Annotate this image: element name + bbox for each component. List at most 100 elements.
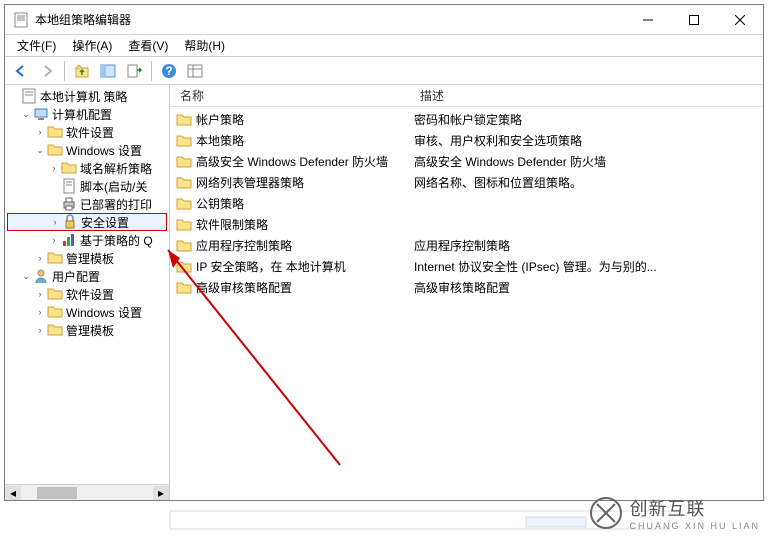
folder-icon [47,142,63,158]
list-item-name: 软件限制策略 [196,216,268,233]
folder-icon [176,217,192,233]
menubar: 文件(F) 操作(A) 查看(V) 帮助(H) [5,35,763,57]
tree-pane: 本地计算机 策略 ⌄ 计算机配置 › 软件设置 ⌄ Windows 设置 [5,85,170,500]
list-row[interactable]: 应用程序控制策略应用程序控制策略 [170,235,763,256]
menu-help[interactable]: 帮助(H) [176,35,233,56]
folder-icon [47,304,63,320]
tree-policy-based[interactable]: › 基于策略的 Q [5,231,169,249]
window-title: 本地组策略编辑器 [35,11,625,28]
tree-windows-settings[interactable]: ⌄ Windows 设置 [5,141,169,159]
twisty-open-icon[interactable]: ⌄ [19,271,33,282]
gpedit-window: 本地组策略编辑器 文件(F) 操作(A) 查看(V) 帮助(H) ? [4,4,764,501]
twisty-closed-icon[interactable]: › [33,289,47,299]
twisty-open-icon[interactable]: ⌄ [33,145,47,156]
tree-label: 已部署的打印 [80,196,152,213]
list-item-name: 高级审核策略配置 [196,279,292,296]
watermark-logo-icon [589,496,623,530]
properties-button[interactable] [183,59,207,83]
list-row[interactable]: 高级审核策略配置高级审核策略配置 [170,277,763,298]
back-button[interactable] [9,59,33,83]
tree-hscrollbar[interactable]: ◂ ▸ [5,484,169,500]
tree-label: Windows 设置 [66,142,142,159]
twisty-closed-icon[interactable]: › [33,127,47,137]
computer-icon [33,106,49,122]
list-item-name: IP 安全策略，在 本地计算机 [196,258,346,275]
titlebar: 本地组策略编辑器 [5,5,763,35]
folder-icon [47,124,63,140]
tree-deployed-printers[interactable]: 已部署的打印 [5,195,169,213]
show-hide-tree-button[interactable] [96,59,120,83]
list-item-name: 网络列表管理器策略 [196,174,304,191]
list-item-desc: 高级安全 Windows Defender 防火墙 [410,153,763,170]
tree-software-settings2[interactable]: › 软件设置 [5,285,169,303]
twisty-closed-icon[interactable]: › [47,163,61,173]
menu-action[interactable]: 操作(A) [64,35,120,56]
help-button[interactable]: ? [157,59,181,83]
printer-icon [61,196,77,212]
twisty-open-icon[interactable]: ⌄ [19,109,33,120]
watermark-text: 创新互联 [629,495,760,521]
folder-icon [176,154,192,170]
tree-root[interactable]: 本地计算机 策略 [5,87,169,105]
scroll-thumb[interactable] [37,487,77,499]
tree-label: 基于策略的 Q [80,232,153,249]
minimize-button[interactable] [625,5,671,35]
list-row[interactable]: 高级安全 Windows Defender 防火墙高级安全 Windows De… [170,151,763,172]
list-row[interactable]: IP 安全策略，在 本地计算机 Internet 协议安全性 (IPsec) 管理… [170,256,763,277]
tree-computer-config[interactable]: ⌄ 计算机配置 [5,105,169,123]
tree[interactable]: 本地计算机 策略 ⌄ 计算机配置 › 软件设置 ⌄ Windows 设置 [5,85,169,484]
list-row[interactable]: 本地策略审核、用户权利和安全选项策略 [170,130,763,151]
tree-admin-templates2[interactable]: › 管理模板 [5,321,169,339]
watermark: 创新互联 CHUANG XIN HU LIAN [589,495,760,531]
folder-icon [47,250,63,266]
scroll-left-icon[interactable]: ◂ [5,486,21,500]
tree-scripts[interactable]: 脚本(启动/关 [5,177,169,195]
close-button[interactable] [717,5,763,35]
policy-icon [21,88,37,104]
list-row[interactable]: 公钥策略 [170,193,763,214]
list-item-name: 公钥策略 [196,195,244,212]
tree-label: 管理模板 [66,322,114,339]
twisty-closed-icon[interactable]: › [47,235,61,245]
body: 本地计算机 策略 ⌄ 计算机配置 › 软件设置 ⌄ Windows 设置 [5,85,763,500]
menu-view[interactable]: 查看(V) [120,35,176,56]
list-row[interactable]: 软件限制策略 [170,214,763,235]
folder-icon [176,238,192,254]
twisty-closed-icon[interactable]: › [48,217,62,227]
tree-security-settings[interactable]: › 安全设置 [7,213,167,231]
list-row[interactable]: 帐户策略密码和帐户锁定策略 [170,109,763,130]
list-item-desc: 密码和帐户锁定策略 [410,111,763,128]
tree-admin-templates[interactable]: › 管理模板 [5,249,169,267]
chart-icon [61,232,77,248]
list-item-desc: 应用程序控制策略 [410,237,763,254]
twisty-closed-icon[interactable]: › [33,307,47,317]
list-item-desc: Internet 协议安全性 (IPsec) 管理。为与别的... [410,258,763,275]
tree-software-settings[interactable]: › 软件设置 [5,123,169,141]
list-pane: 名称 描述 帐户策略密码和帐户锁定策略本地策略审核、用户权利和安全选项策略高级安… [170,85,763,500]
list-body[interactable]: 帐户策略密码和帐户锁定策略本地策略审核、用户权利和安全选项策略高级安全 Wind… [170,107,763,500]
tree-windows-settings2[interactable]: › Windows 设置 [5,303,169,321]
export-list-button[interactable] [122,59,146,83]
column-name[interactable]: 名称 [170,87,410,104]
twisty-closed-icon[interactable]: › [33,253,47,263]
tree-label: 用户配置 [52,268,100,285]
scroll-right-icon[interactable]: ▸ [153,486,169,500]
folder-icon [47,322,63,338]
tree-label: 脚本(启动/关 [80,178,147,195]
tree-dns-policy[interactable]: › 域名解析策略 [5,159,169,177]
maximize-button[interactable] [671,5,717,35]
folder-icon [61,160,77,176]
tree-label: 域名解析策略 [80,160,152,177]
up-button[interactable] [70,59,94,83]
toolbar-separator [64,61,65,81]
column-desc[interactable]: 描述 [410,87,763,104]
folder-icon [176,280,192,296]
list-row[interactable]: 网络列表管理器策略网络名称、图标和位置组策略。 [170,172,763,193]
menu-file[interactable]: 文件(F) [9,35,64,56]
tree-user-config[interactable]: ⌄ 用户配置 [5,267,169,285]
list-item-desc: 审核、用户权利和安全选项策略 [410,132,763,149]
tree-label: 软件设置 [66,286,114,303]
watermark-subtext: CHUANG XIN HU LIAN [629,521,760,531]
twisty-closed-icon[interactable]: › [33,325,47,335]
forward-button[interactable] [35,59,59,83]
